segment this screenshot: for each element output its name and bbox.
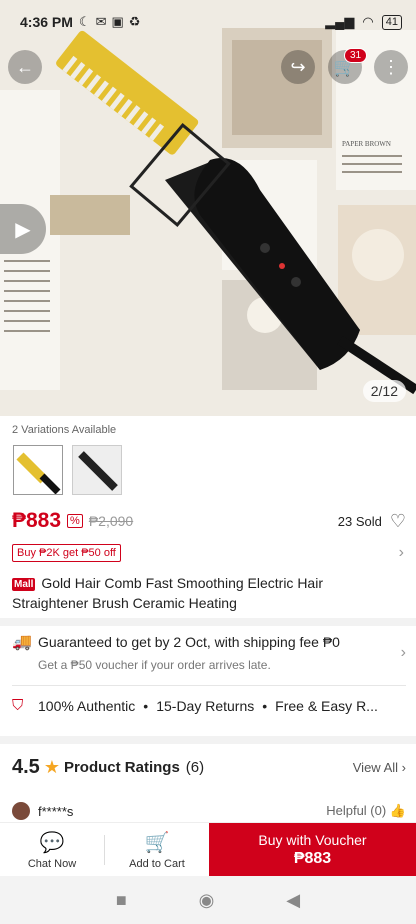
sold-count: 23 Sold [337,513,382,529]
recent-apps-icon[interactable]: ■ [116,890,127,911]
share-icon: ↪ [290,56,306,77]
chat-now-label: Chat Now [27,857,77,870]
more-dots-icon: ⋮ [382,56,400,77]
cart-count-badge: 31 [344,48,368,63]
ratings-header: 4.5 ★ Product Ratings (6) View All › [12,756,406,779]
more-options-button[interactable]: ⋮ [374,50,408,84]
home-icon[interactable]: ◉ [199,890,215,911]
shipping-info[interactable]: 🚚 Guaranteed to get by 2 Oct, with shipp… [12,632,406,672]
back-button[interactable]: ← [8,50,42,84]
bottom-action-bar: 💬 Chat Now 🛒 Add to Cart Buy with Vouche… [0,822,416,876]
current-price: ₱883 [12,509,62,532]
buy-label: Buy with Voucher [258,831,367,848]
chevron-right-icon[interactable]: › [399,544,404,562]
discount-tag-icon: % [67,514,83,528]
variation-thumb-1[interactable] [13,445,63,495]
heart-icon[interactable]: ♡ [390,511,406,532]
assurance-item: Free & Easy R... [275,697,378,714]
variation-thumb-2[interactable] [72,445,122,495]
shield-check-icon: ⛉ [12,697,24,714]
variation-black-brush-image [73,446,121,494]
view-all-ratings-link[interactable]: View All › [353,760,406,775]
mail-icon: ✉ [95,14,107,29]
share-button[interactable]: ↪ [281,50,315,84]
price-row: ₱883 % ₱2,090 23 Sold ♡ [12,506,406,536]
helpful-label: Helpful (0) [326,803,387,818]
arrow-left-icon: ← [16,56,34,77]
avatar [12,802,30,820]
mall-badge: Mall [12,578,36,591]
assurance-item: 100% Authentic [38,697,136,714]
promo-voucher[interactable]: Buy ₱2K get ₱50 off [12,544,121,562]
assurance-row[interactable]: ⛉ 100% Authentic • 15-Day Returns • Free… [12,697,406,714]
product-title: Mall Gold Hair Comb Fast Smoothing Elect… [12,574,402,613]
truck-icon: 🚚 [12,634,32,651]
play-icon: ▶ [15,218,31,241]
star-icon: ★ [43,757,60,777]
ratings-count: (6) [185,759,205,776]
app-notification-icon: ▣ [111,14,124,29]
shipping-subtext: Get a ₱50 voucher if your order arrives … [38,658,271,672]
section-divider [0,618,416,626]
shipping-headline: Guaranteed to get by 2 Oct, with shippin… [38,634,340,650]
wifi-icon: ◠ [362,14,374,29]
reviewer-name: f*****s [38,803,74,819]
status-time: 4:36 PM [20,14,73,30]
dot-separator: • [143,697,149,714]
assurance-item: 15-Day Returns [156,697,255,714]
variations-label: 2 Variations Available [12,424,117,436]
product-image[interactable]: PAPER BROWN ← ↪ 🛒 31 ⋮ ▶ 2/12 [0,0,416,416]
chat-icon: 💬 [39,831,65,854]
ratings-title: Product Ratings [63,759,180,776]
product-title-text: Gold Hair Comb Fast Smoothing Electric H… [12,575,323,611]
buy-with-voucher-button[interactable]: Buy with Voucher ₱883 [209,823,416,876]
signal-icon: ▂▄▆ [325,14,355,29]
section-divider [0,736,416,744]
view-all-label: View All [352,760,399,775]
status-right: ▂▄▆ ◠ 41 [325,14,402,30]
add-to-cart-label: Add to Cart [129,857,185,870]
add-to-cart-button[interactable]: 🛒 Add to Cart [105,823,209,876]
divider-line [12,685,406,686]
status-icons: ☾ ✉ ▣ ♻ [79,14,141,30]
helpful-button[interactable]: Helpful (0) 👍 [326,803,406,819]
chat-now-button[interactable]: 💬 Chat Now [0,823,104,876]
chevron-right-icon: › [400,644,406,661]
dot-separator: • [262,697,268,714]
system-nav-bar: ■ ◉ ◀ [0,876,416,924]
sync-icon: ♻ [128,14,141,29]
magazine-heading: PAPER BROWN [342,140,391,148]
rating-score: 4.5 [12,756,40,778]
image-counter: 2/12 [362,380,406,402]
thumbs-up-icon: 👍 [389,803,406,818]
original-price: ₱2,090 [88,513,134,529]
back-triangle-icon[interactable]: ◀ [286,890,300,911]
review-item: f*****s Helpful (0) 👍 [12,802,406,820]
buy-price: ₱883 [293,849,332,867]
battery-indicator: 41 [381,14,402,30]
moon-icon: ☾ [78,14,91,29]
variation-gold-comb-image [14,446,62,494]
status-bar: 4:36 PM ☾ ✉ ▣ ♻ ▂▄▆ ◠ 41 [0,0,416,44]
add-to-cart-icon: 🛒 [144,831,170,854]
